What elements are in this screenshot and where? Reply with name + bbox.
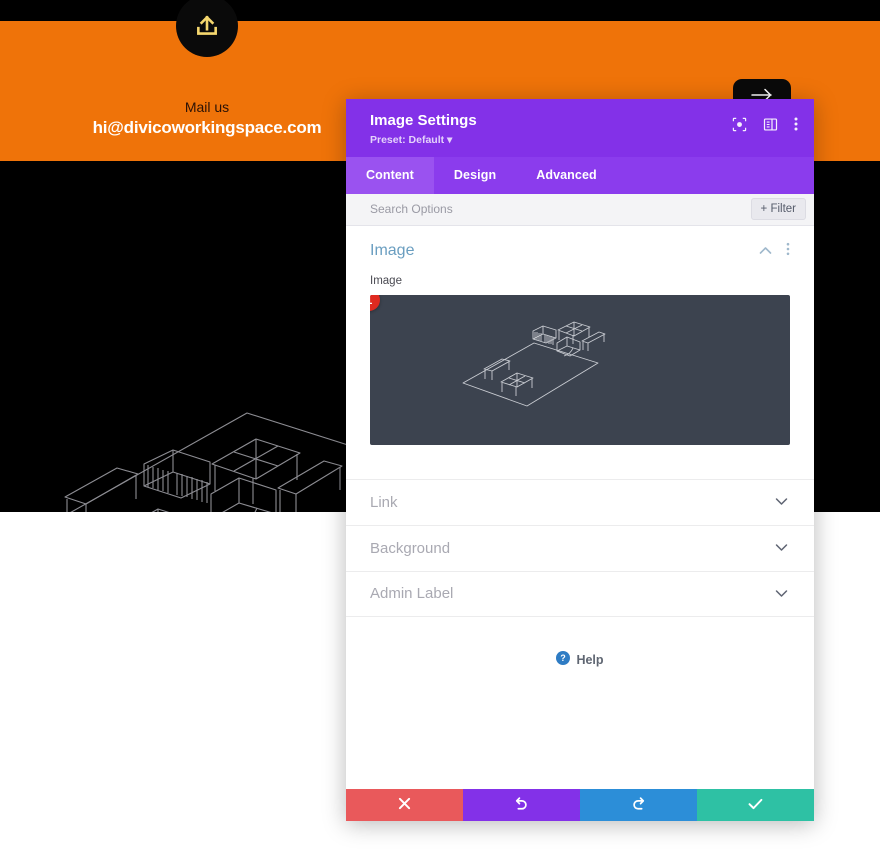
modal-title: Image Settings <box>370 112 477 129</box>
undo-icon <box>514 796 529 814</box>
image-settings-modal: Image Settings Preset: Default ▾ Content… <box>346 99 814 821</box>
redo-icon <box>631 796 646 814</box>
help-link[interactable]: ? Help <box>346 650 814 670</box>
modal-body: Image Image Link Background Admin Label … <box>346 225 814 789</box>
upload-icon-circle <box>176 0 238 57</box>
section-link[interactable]: Link <box>346 478 814 525</box>
chevron-down-icon <box>775 539 788 557</box>
tab-content[interactable]: Content <box>346 156 434 194</box>
section-admin-label-label: Admin Label <box>370 585 454 603</box>
search-options-bar: + Filter <box>346 193 814 226</box>
modal-header-icons <box>732 112 798 132</box>
page-top-bar <box>0 0 880 21</box>
chevron-down-icon <box>775 585 788 603</box>
upload-icon <box>194 13 220 39</box>
image-section: Image Image <box>346 226 814 445</box>
image-section-title: Image <box>370 242 415 260</box>
modal-tabs: Content Design Advanced <box>346 156 814 194</box>
section-admin-label[interactable]: Admin Label <box>346 570 814 617</box>
redo-button[interactable] <box>580 789 697 821</box>
image-preview-thumbnail[interactable]: 1 <box>370 294 790 445</box>
screen: Mail us hi@divicoworkingspace.com Image … <box>0 0 880 863</box>
help-circle-icon: ? <box>556 650 571 670</box>
filter-button[interactable]: + Filter <box>750 198 806 221</box>
image-field: Image 1 <box>370 275 790 445</box>
focus-target-icon[interactable] <box>732 117 747 132</box>
caret-down-icon: ▾ <box>447 133 453 146</box>
discard-button[interactable] <box>346 789 463 821</box>
thumbnail-illustration <box>462 321 606 407</box>
save-button[interactable] <box>697 789 814 821</box>
collapsed-sections: Link Background Admin Label <box>346 478 814 617</box>
svg-text:?: ? <box>561 653 566 663</box>
section-link-label: Link <box>370 493 398 511</box>
more-vertical-icon[interactable] <box>794 116 798 132</box>
image-section-controls <box>759 242 790 261</box>
tab-advanced[interactable]: Advanced <box>516 157 617 194</box>
chevron-down-icon <box>775 493 788 511</box>
section-background[interactable]: Background <box>346 524 814 571</box>
image-field-label: Image <box>370 274 402 287</box>
more-vertical-icon[interactable] <box>786 242 790 261</box>
modal-title-group: Image Settings Preset: Default ▾ <box>370 112 477 146</box>
search-options-input[interactable] <box>370 202 751 217</box>
preset-label: Preset: Default <box>370 133 445 146</box>
preset-selector[interactable]: Preset: Default ▾ <box>370 134 477 146</box>
panel-layout-icon[interactable] <box>763 117 778 132</box>
section-background-label: Background <box>370 539 451 557</box>
tab-design[interactable]: Design <box>434 157 516 194</box>
close-icon <box>398 797 411 813</box>
image-section-header: Image <box>370 242 790 261</box>
chevron-up-icon[interactable] <box>759 242 772 260</box>
modal-header: Image Settings Preset: Default ▾ <box>346 99 814 157</box>
check-icon <box>748 798 763 813</box>
undo-button[interactable] <box>463 789 580 821</box>
modal-footer <box>346 789 814 821</box>
help-label: Help <box>576 653 604 668</box>
